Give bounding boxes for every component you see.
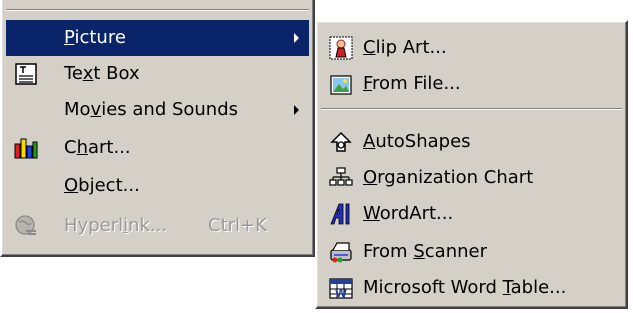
menu-item-label: Chart... xyxy=(64,137,131,158)
menu-item-label: Movies and Sounds xyxy=(64,99,239,120)
menu-item-label: Picture xyxy=(64,27,126,48)
menu-item-label: Text Box xyxy=(64,63,140,84)
picture-file-icon xyxy=(329,72,353,96)
autoshapes-icon xyxy=(329,130,353,154)
picture-submenu: Clip Art... From File... AutoShapes Orga… xyxy=(315,20,628,309)
clip-art-icon xyxy=(329,36,353,60)
submenu-arrow-icon xyxy=(294,105,299,115)
org-chart-icon xyxy=(329,166,353,190)
scanner-icon xyxy=(329,240,353,264)
submenu-item-label: From File... xyxy=(363,73,461,94)
menu-item-text-box[interactable]: Text Box xyxy=(6,56,309,92)
submenu-item-clip-art[interactable]: Clip Art... xyxy=(321,30,622,66)
menu-item-picture[interactable]: Picture xyxy=(6,20,309,56)
submenu-item-from-scanner[interactable]: From Scanner xyxy=(321,234,622,270)
hyperlink-globe-icon xyxy=(14,214,38,238)
menu-item-chart[interactable]: Chart... xyxy=(6,130,309,166)
submenu-item-microsoft-word-table[interactable]: W Microsoft Word Table... xyxy=(321,270,622,306)
submenu-item-label: WordArt... xyxy=(363,203,454,224)
menu-item-hyperlink: Hyperlink... Ctrl+K xyxy=(6,208,309,244)
menu-separator xyxy=(6,9,309,11)
svg-text:W: W xyxy=(335,287,347,300)
word-table-icon: W xyxy=(329,276,353,300)
submenu-item-label: From Scanner xyxy=(363,241,487,262)
menu-item-object[interactable]: Object... xyxy=(6,168,309,204)
wordart-icon xyxy=(329,202,353,226)
text-box-icon xyxy=(14,62,38,86)
menu-separator xyxy=(321,108,622,110)
submenu-item-wordart[interactable]: WordArt... xyxy=(321,196,622,232)
menu-item-label: Object... xyxy=(64,175,140,196)
menu-item-label: Hyperlink... xyxy=(64,215,168,236)
submenu-item-organization-chart[interactable]: Organization Chart xyxy=(321,160,622,196)
submenu-arrow-icon xyxy=(294,33,299,43)
submenu-item-from-file[interactable]: From File... xyxy=(321,66,622,102)
insert-menu: Picture Text Box Movies and Sounds Chart… xyxy=(0,0,315,257)
submenu-item-label: Clip Art... xyxy=(363,37,447,58)
menu-item-shortcut: Ctrl+K xyxy=(208,215,267,236)
submenu-item-autoshapes[interactable]: AutoShapes xyxy=(321,124,622,160)
submenu-item-label: Microsoft Word Table... xyxy=(363,277,567,298)
menu-item-movies-and-sounds[interactable]: Movies and Sounds xyxy=(6,92,309,128)
submenu-item-label: Organization Chart xyxy=(363,167,534,188)
submenu-item-label: AutoShapes xyxy=(363,131,471,152)
chart-icon xyxy=(14,136,38,160)
